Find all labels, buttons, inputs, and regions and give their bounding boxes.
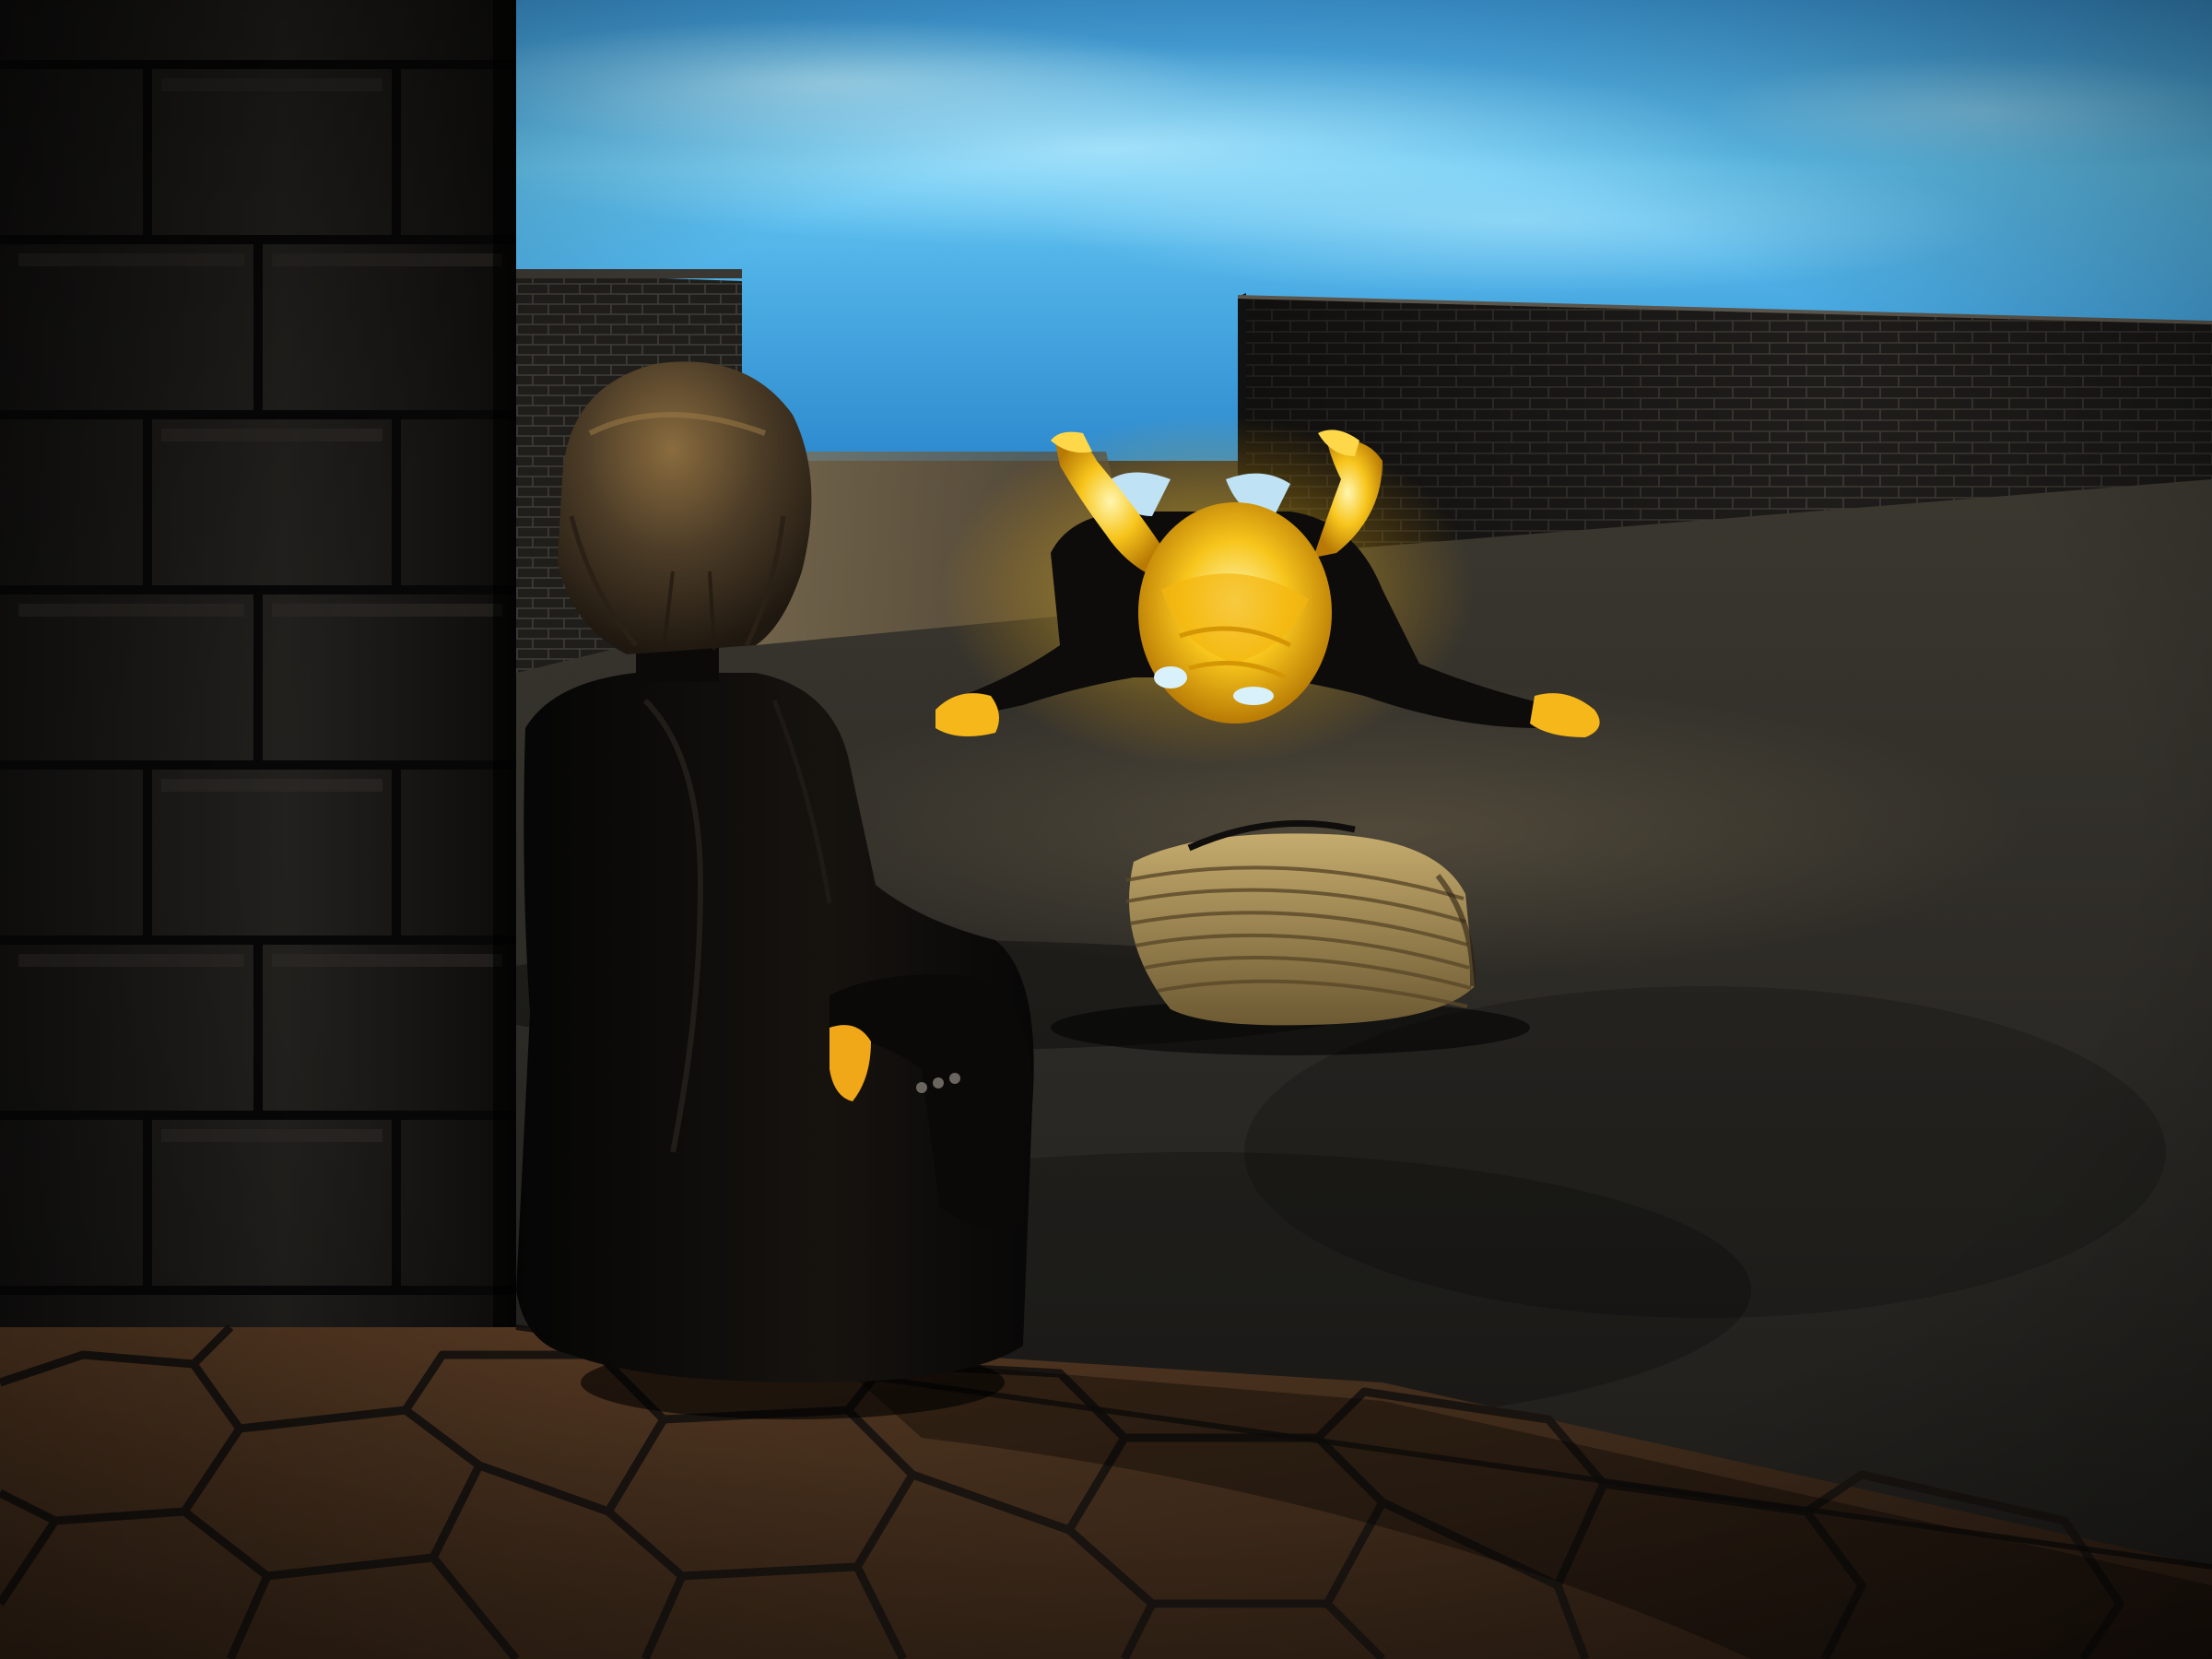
- game-scene: [0, 0, 2212, 1659]
- vignette-overlay: [0, 0, 2212, 1659]
- scene-canvas: [0, 0, 2212, 1659]
